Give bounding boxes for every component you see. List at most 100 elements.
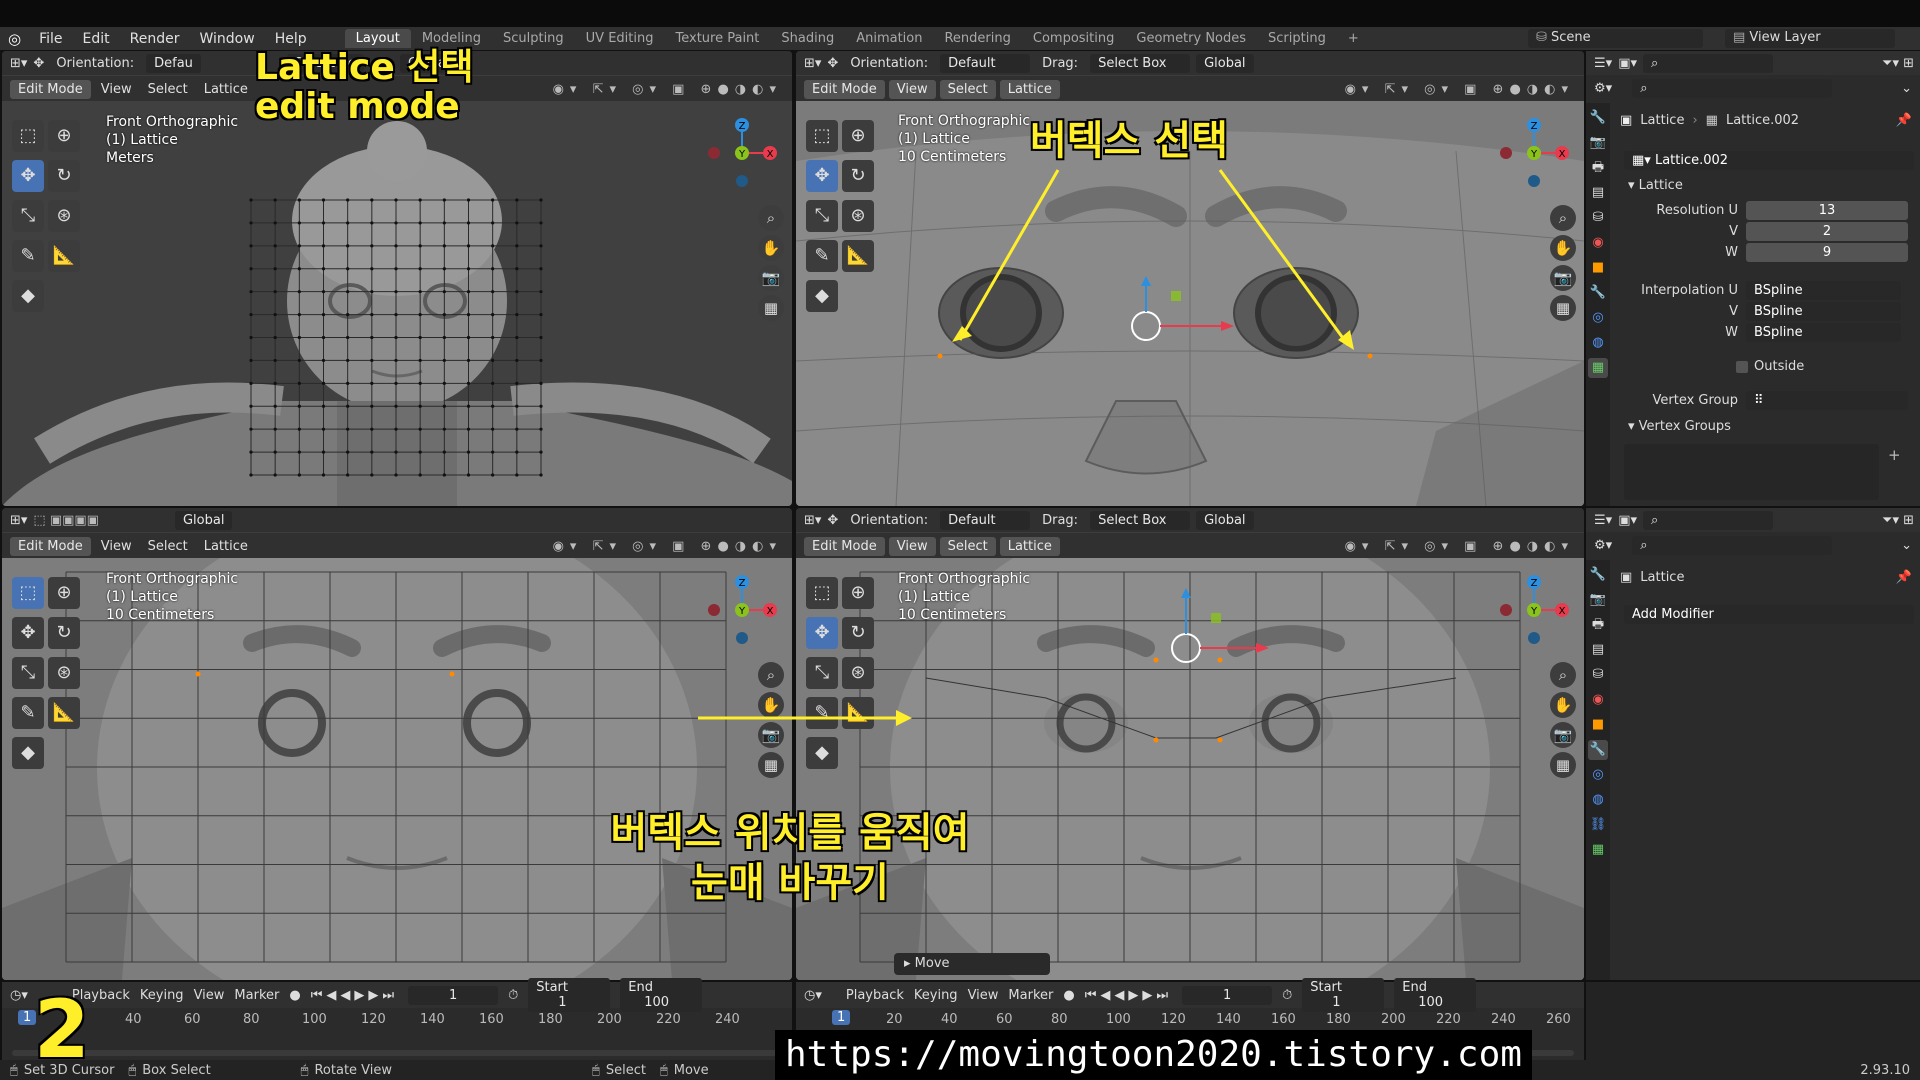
rotate-tool-icon[interactable]: ↻ [842, 617, 874, 649]
cursor-tool-icon[interactable]: ⊕ [48, 120, 80, 152]
editor-type-icon[interactable]: ◷▾ [10, 988, 28, 1003]
move-tool-icon[interactable]: ✥ [12, 160, 44, 192]
marker-menu[interactable]: Marker [234, 988, 279, 1003]
zoom-icon[interactable]: ⌕ [1550, 205, 1576, 231]
frame-ruler[interactable]: 1 20 40 60 80 100 120 140 160 180 200 220 240 260 [796, 1008, 1584, 1030]
measure-tool-icon[interactable]: 📐 [48, 697, 80, 729]
scale-tool-icon[interactable]: ⤡ [12, 657, 44, 689]
mode-dropdown[interactable]: Edit Mode [804, 79, 885, 99]
current-frame-field[interactable]: 1 [408, 985, 499, 1005]
world-tab-icon[interactable]: ◉ [1588, 690, 1608, 710]
editor-type-icon[interactable]: ⚙▾ [1594, 538, 1612, 553]
menu-select[interactable]: Select [939, 79, 996, 99]
lattice-datablock-field[interactable]: ▦▾ Lattice.002 [1624, 151, 1914, 170]
tab-shading[interactable]: Shading [770, 29, 845, 48]
add-vertex-group-button[interactable]: + [1888, 446, 1901, 464]
object-tab-icon[interactable]: ■ [1588, 258, 1608, 278]
vertex-groups-list[interactable] [1624, 444, 1879, 500]
display-mode-icon[interactable]: ▣▾ [1618, 56, 1637, 71]
add-cube-tool-icon[interactable]: ◆ [12, 737, 44, 769]
properties-search-input[interactable]: ⌕ [1632, 535, 1833, 555]
resolution-u-field[interactable]: 13 [1746, 201, 1908, 220]
pan-hand-icon[interactable]: ✋ [1550, 692, 1576, 718]
filter-icon[interactable]: ⏷▾ ⊞ [1882, 56, 1914, 71]
scale-tool-icon[interactable]: ⤡ [12, 200, 44, 232]
menu-edit[interactable]: Edit [73, 31, 120, 47]
pin-icon[interactable]: 📌 [1896, 570, 1912, 585]
rotate-tool-icon[interactable]: ↻ [842, 160, 874, 192]
drag-dropdown[interactable]: Select Box [1090, 53, 1191, 73]
object-tab-icon[interactable]: ■ [1588, 715, 1608, 735]
editor-type-icon[interactable]: ⊞▾ [10, 513, 27, 528]
playback-controls[interactable]: ⏮◀◀▶▶⏭ [1085, 988, 1172, 1003]
editor-type-icon[interactable]: ⚙▾ [1594, 81, 1612, 96]
grid-icon[interactable]: ▦ [758, 295, 784, 321]
start-frame-field[interactable]: Start 1 [528, 978, 611, 1012]
outside-checkbox-row[interactable]: Outside [1736, 359, 1804, 374]
select-box-tool-icon[interactable]: ⬚ [806, 120, 838, 152]
blender-logo-icon[interactable]: ◎ [0, 30, 29, 48]
menu-select[interactable]: Select [939, 536, 996, 556]
scale-tool-icon[interactable]: ⤡ [806, 657, 838, 689]
menu-window[interactable]: Window [190, 31, 265, 47]
cursor-tool-icon[interactable]: ⊕ [48, 577, 80, 609]
menu-lattice[interactable]: Lattice [999, 536, 1060, 556]
navigation-gizmo[interactable]: Z X Y [1494, 113, 1574, 193]
frame-ruler[interactable]: 1 20 40 60 80 100 120 140 160 180 200 220 240 [2, 1008, 792, 1030]
navigation-gizmo[interactable]: Z X Y [702, 113, 782, 193]
interpolation-v-dropdown[interactable]: BSpline [1746, 302, 1901, 321]
transform-orientation-dropdown[interactable]: Global [174, 510, 233, 530]
lattice-data-tab-icon[interactable]: ▦ [1588, 358, 1608, 378]
search-input[interactable]: ⌕ [1643, 53, 1773, 73]
view-menu[interactable]: View [194, 988, 225, 1003]
editor-type-icon[interactable]: ⊞▾ [804, 56, 821, 71]
resolution-w-field[interactable]: 9 [1746, 243, 1908, 262]
interpolation-u-dropdown[interactable]: BSpline [1746, 281, 1901, 300]
shading-buttons[interactable]: ◉▾ ⇱▾ ◎▾ ▣ ⊕●◑◐▾ [553, 539, 782, 554]
physics-tab-icon[interactable]: ◍ [1588, 333, 1608, 353]
record-icon[interactable]: ● [289, 988, 300, 1003]
camera-icon[interactable]: 📷 [1550, 265, 1576, 291]
add-cube-tool-icon[interactable]: ◆ [806, 280, 838, 312]
mode-dropdown[interactable]: Edit Mode [10, 536, 91, 556]
marker-menu[interactable]: Marker [1008, 988, 1053, 1003]
cursor-tool-icon[interactable]: ⊕ [842, 577, 874, 609]
menu-lattice[interactable]: Lattice [999, 79, 1060, 99]
add-cube-tool-icon[interactable]: ◆ [806, 737, 838, 769]
viewport-bottom-left[interactable]: ⊞▾ ⬚ ▣▣▣▣ Global Edit Mode View Select L… [2, 508, 792, 980]
interpolation-w-dropdown[interactable]: BSpline [1746, 323, 1901, 342]
render-tab-icon[interactable]: 📷 [1588, 590, 1608, 610]
tab-rendering[interactable]: Rendering [933, 29, 1021, 48]
move-gizmo[interactable] [1156, 583, 1306, 683]
tool-tab-icon[interactable]: 🔧 [1588, 108, 1608, 128]
particles-tab-icon[interactable]: ◎ [1588, 765, 1608, 785]
pan-hand-icon[interactable]: ✋ [758, 235, 784, 261]
select-mode-icons[interactable]: ⬚ ▣▣▣▣ [33, 513, 99, 528]
resolution-v-field[interactable]: 2 [1746, 222, 1908, 241]
move-tool-icon[interactable]: ✥ [806, 160, 838, 192]
transform-tool-icon[interactable]: ⊛ [48, 657, 80, 689]
keying-menu[interactable]: Keying [140, 988, 184, 1003]
properties-search-input[interactable]: ⌕ [1632, 78, 1833, 98]
view-menu[interactable]: View [968, 988, 999, 1003]
keying-menu[interactable]: Keying [914, 988, 958, 1003]
tab-uv-editing[interactable]: UV Editing [575, 29, 665, 48]
editor-type-icon[interactable]: ⊞▾ [804, 513, 821, 528]
select-box-tool-icon[interactable]: ⬚ [12, 577, 44, 609]
navigation-gizmo[interactable]: Z X Y [702, 570, 782, 650]
end-frame-field[interactable]: End 100 [620, 978, 703, 1012]
menu-lattice[interactable]: Lattice [198, 537, 254, 556]
chevron-down-icon[interactable]: ⌄ [1901, 81, 1912, 96]
current-frame-marker[interactable]: 1 [832, 1010, 851, 1025]
orientation-dropdown[interactable]: Defau [146, 53, 201, 73]
view-layer-tab-icon[interactable]: ▤ [1588, 183, 1608, 203]
zoom-icon[interactable]: ⌕ [1550, 662, 1576, 688]
start-frame-field[interactable]: Start 1 [1302, 978, 1385, 1012]
camera-icon[interactable]: 📷 [1550, 722, 1576, 748]
orientation-dropdown[interactable]: Default [940, 53, 1031, 73]
mode-dropdown[interactable]: Edit Mode [10, 79, 91, 99]
rotate-tool-icon[interactable]: ↻ [48, 617, 80, 649]
shading-buttons[interactable]: ◉▾ ⇱▾ ◎▾ ▣ ⊕●◑◐▾ [553, 82, 782, 97]
pin-icon[interactable]: 📌 [1896, 113, 1912, 128]
modifier-tab-icon[interactable]: 🔧 [1588, 740, 1608, 760]
